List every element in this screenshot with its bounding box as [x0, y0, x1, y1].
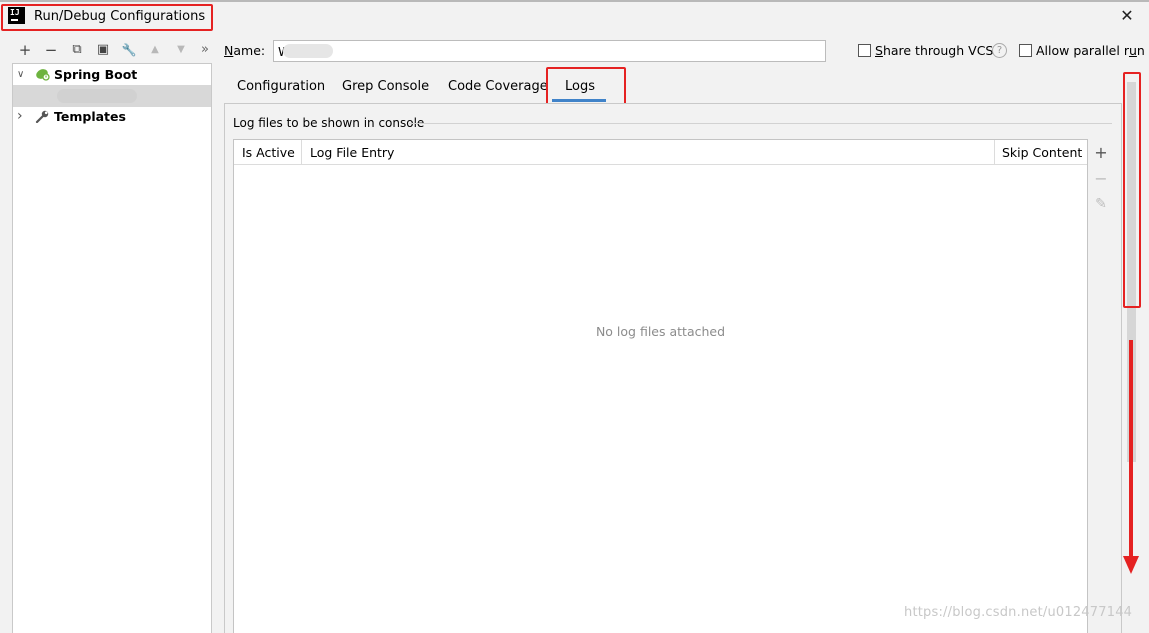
column-log-file-entry[interactable]: Log File Entry: [310, 140, 394, 165]
allow-parallel-run-checkbox[interactable]: [1019, 44, 1032, 57]
move-up-icon[interactable]: ▲: [146, 41, 164, 59]
close-icon[interactable]: ✕: [1117, 6, 1137, 26]
wrench-icon: [35, 110, 49, 123]
share-through-vcs-label: Share through VCS: [875, 43, 994, 58]
name-label: Name:: [224, 43, 266, 58]
column-divider: [994, 140, 995, 165]
edit-log-file-icon[interactable]: ✎: [1092, 195, 1110, 213]
column-is-active[interactable]: Is Active: [242, 140, 295, 165]
tab-code-coverage[interactable]: Code Coverage: [448, 78, 548, 102]
annotation-arrow-head: [1123, 556, 1139, 574]
spring-boot-icon: [36, 69, 50, 81]
active-tab-indicator: [552, 99, 606, 102]
group-divider: [409, 123, 1112, 124]
add-log-file-icon[interactable]: +: [1092, 144, 1110, 162]
name-field[interactable]: [273, 40, 826, 62]
watermark: https://blog.csdn.net/u012477144: [904, 605, 1133, 620]
remove-icon[interactable]: −: [42, 41, 60, 59]
tree-item-label: Spring Boot: [54, 67, 138, 82]
wrench-icon[interactable]: 🔧: [120, 41, 138, 59]
tree-item-templates[interactable]: › Templates: [13, 106, 211, 127]
allow-parallel-run-label: Allow parallel run: [1036, 43, 1145, 58]
window-title: Run/Debug Configurations: [34, 9, 206, 24]
more-icon[interactable]: »: [196, 41, 214, 59]
redacted-name-text: [283, 44, 333, 58]
empty-table-message: No log files attached: [595, 324, 726, 339]
tree-item-label: Templates: [54, 109, 126, 124]
column-divider: [301, 140, 302, 165]
move-down-icon[interactable]: ▼: [172, 41, 190, 59]
column-skip-content[interactable]: Skip Content: [1002, 140, 1082, 165]
copy-icon[interactable]: ⧉: [68, 41, 86, 59]
intellij-app-icon: IJ: [8, 7, 25, 24]
table-header: Is Active Log File Entry Skip Content: [234, 140, 1087, 165]
chevron-down-icon[interactable]: ∨: [17, 64, 24, 85]
tree-item-spring-boot[interactable]: ∨ Spring Boot: [13, 64, 211, 85]
tree-item-selected-configuration[interactable]: [13, 85, 211, 107]
configuration-tree[interactable]: ∨ Spring Boot › Templates: [12, 63, 212, 633]
help-icon[interactable]: ?: [992, 43, 1007, 58]
share-through-vcs-checkbox[interactable]: [858, 44, 871, 57]
tab-configuration[interactable]: Configuration: [237, 78, 325, 102]
save-icon[interactable]: ▣: [94, 41, 112, 59]
log-files-table[interactable]: Is Active Log File Entry Skip Content No…: [233, 139, 1088, 633]
annotation-arrow-line: [1129, 340, 1133, 560]
log-files-group-title: Log files to be shown in console: [233, 116, 425, 130]
add-icon[interactable]: +: [16, 41, 34, 59]
remove-log-file-icon[interactable]: −: [1092, 170, 1110, 188]
redacted-configuration-name: [57, 89, 137, 103]
chevron-right-icon[interactable]: ›: [17, 106, 23, 127]
tab-grep-console[interactable]: Grep Console: [342, 78, 429, 102]
